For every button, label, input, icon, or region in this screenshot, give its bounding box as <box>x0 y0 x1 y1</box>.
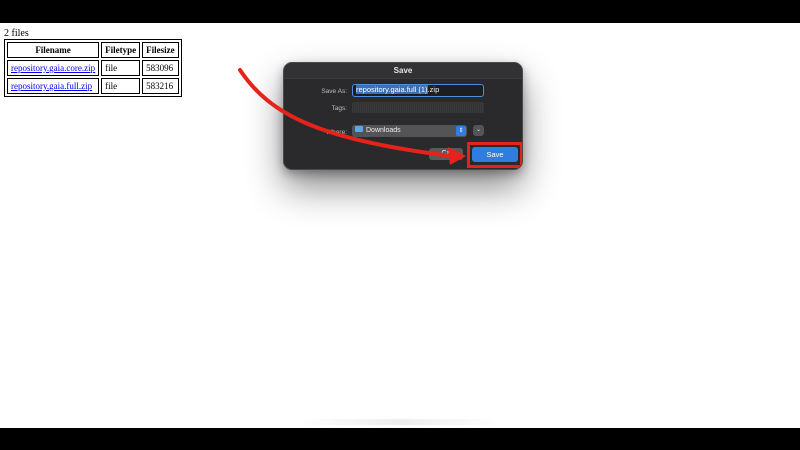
where-select[interactable]: Downloads ⇕ <box>352 125 467 137</box>
folder-icon <box>355 126 363 133</box>
file-count: 2 files <box>4 28 29 39</box>
letterbox-bottom <box>0 428 800 450</box>
filename-cell: repository.gaia.full.zip <box>7 78 100 94</box>
table-row: repository.gaia.core.zip file 583096 <box>7 60 179 76</box>
save-as-suffix: .zip <box>427 85 440 94</box>
save-as-selected-text: repository.gaia.full (1) <box>356 85 428 94</box>
filesize-cell: 583216 <box>142 78 179 94</box>
table-header-row: Filename Filetype Filesize <box>7 42 179 58</box>
table-row: repository.gaia.full.zip file 583216 <box>7 78 179 94</box>
tags-input[interactable] <box>352 102 484 113</box>
save-as-input[interactable]: repository.gaia.full (1).zip <box>352 84 484 97</box>
browser-page: 2 files Filename Filetype Filesize repos… <box>0 23 800 428</box>
save-as-label: Save As: <box>321 88 347 95</box>
save-button[interactable]: Save <box>472 147 518 162</box>
dialog-title: Save <box>284 63 522 79</box>
bottom-shadow-bar <box>298 419 503 425</box>
where-label: Where: <box>326 129 347 136</box>
column-header-filename: Filename <box>7 42 100 58</box>
letterbox-top <box>0 0 800 23</box>
expand-button[interactable]: ⌄ <box>473 125 484 136</box>
file-link-core[interactable]: repository.gaia.core.zip <box>11 63 95 73</box>
file-table: Filename Filetype Filesize repository.ga… <box>4 39 182 97</box>
filetype-cell: file <box>101 60 141 76</box>
cancel-button[interactable]: Ca <box>429 148 463 160</box>
file-link-full[interactable]: repository.gaia.full.zip <box>11 81 92 91</box>
up-down-chevron-icon: ⇕ <box>456 126 466 136</box>
save-dialog: Save Save As: repository.gaia.full (1).z… <box>283 62 523 170</box>
where-value: Downloads <box>366 127 401 134</box>
tags-label: Tags: <box>331 105 347 112</box>
column-header-filetype: Filetype <box>101 42 141 58</box>
filename-cell: repository.gaia.core.zip <box>7 60 100 76</box>
filesize-cell: 583096 <box>142 60 179 76</box>
column-header-filesize: Filesize <box>142 42 179 58</box>
chevron-down-icon: ⌄ <box>475 127 482 133</box>
filetype-cell: file <box>101 78 141 94</box>
